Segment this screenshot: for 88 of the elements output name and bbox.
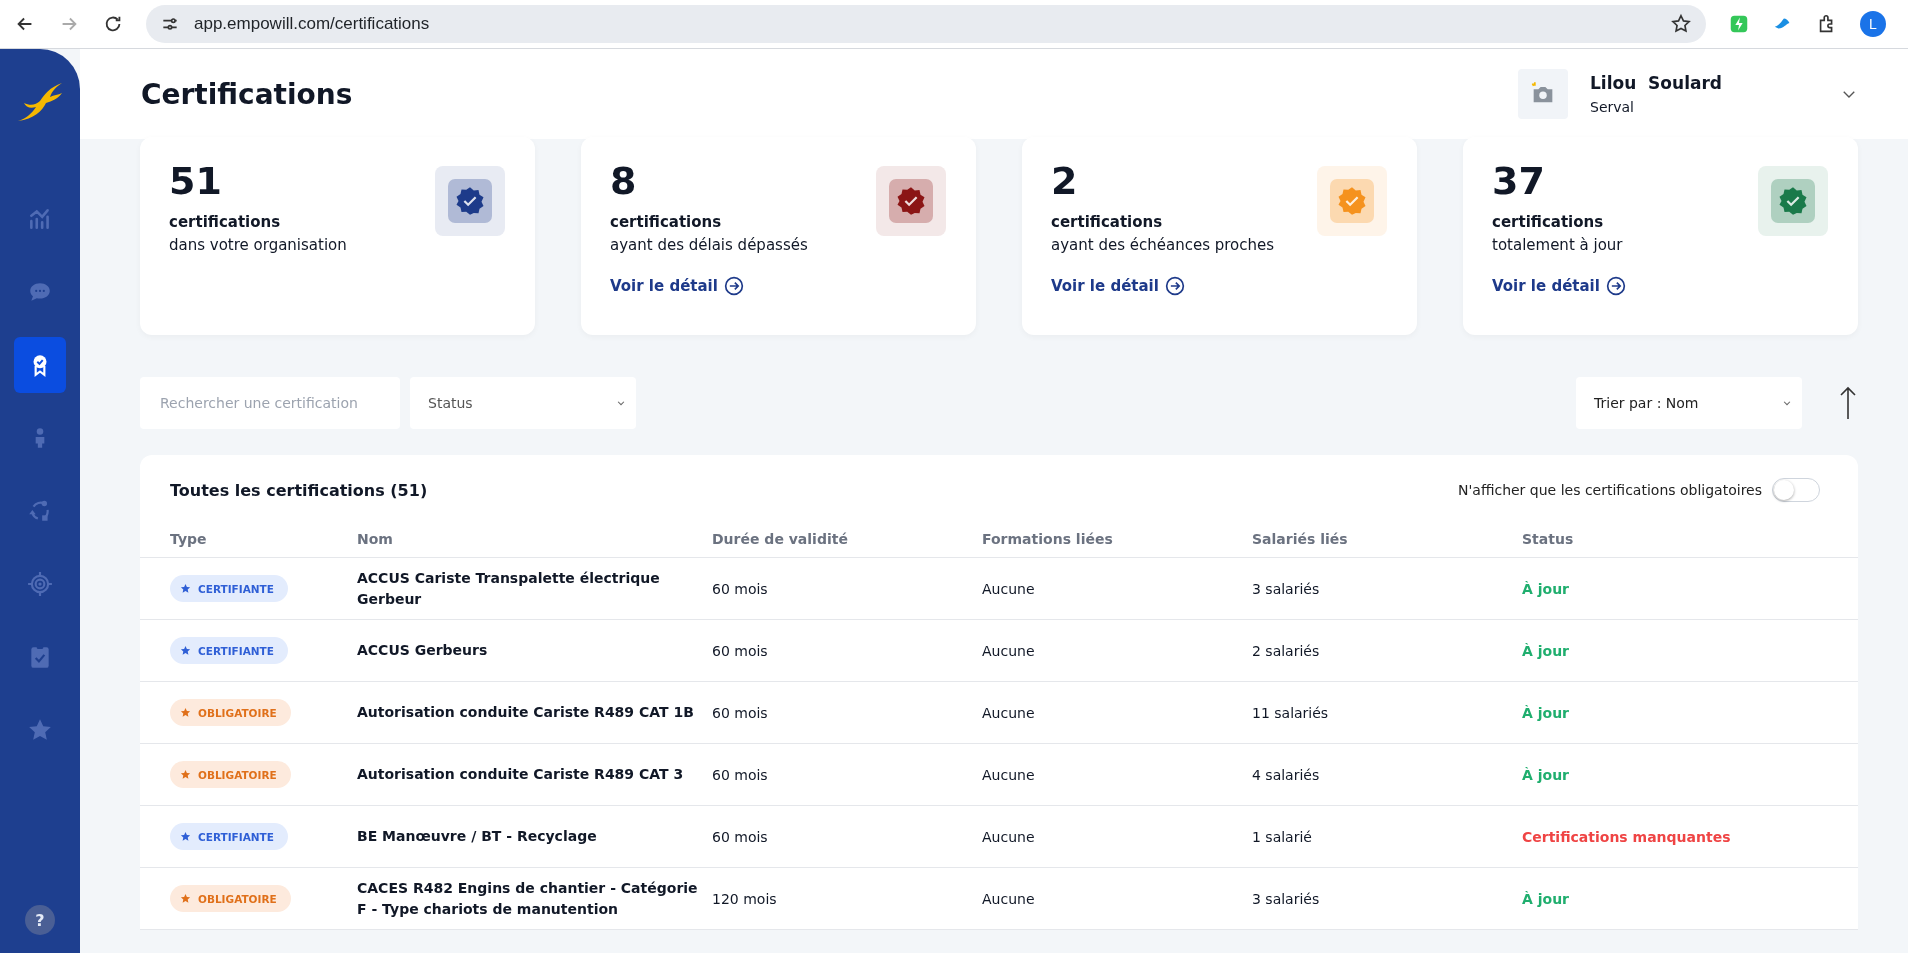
table-cell: 60 mois xyxy=(712,642,768,659)
table-cell: 2 salariés xyxy=(1252,642,1320,659)
stat-description: ayant des échéances proches xyxy=(1051,235,1276,254)
chevron-down-icon xyxy=(1782,398,1792,408)
stat-description: ayant des délais dépassés xyxy=(610,235,809,254)
arrow-circle-icon xyxy=(723,275,744,296)
detail-link[interactable]: Voir le détail xyxy=(610,275,744,296)
detail-link[interactable]: Voir le détail xyxy=(1492,275,1626,296)
table-cell: 11 salariés xyxy=(1252,704,1329,721)
stat-description: totalement à jour xyxy=(1492,235,1624,254)
status-text: Certifications manquantes xyxy=(1522,828,1731,845)
star-icon xyxy=(27,717,53,743)
column-header[interactable]: Formations liées xyxy=(982,515,1252,558)
arrow-circle-icon xyxy=(1605,275,1626,296)
table-cell: Aucune xyxy=(982,890,1035,907)
stat-value: 51 xyxy=(169,159,223,205)
certification-name: Autorisation conduite Cariste R489 CAT 1B xyxy=(357,703,695,722)
table-title: Toutes les certifications (51) xyxy=(170,480,429,500)
certification-name: ACCUS Cariste Transpalette électrique Gerbeur xyxy=(357,568,661,609)
column-header[interactable]: Type xyxy=(140,515,357,558)
table-cell: 60 mois xyxy=(712,828,768,845)
detail-link[interactable]: Voir le détail xyxy=(1051,275,1185,296)
target-icon xyxy=(27,571,53,597)
table-cell: 60 mois xyxy=(712,766,768,783)
table-cell: 120 mois xyxy=(712,890,777,907)
status-text: À jour xyxy=(1522,704,1569,721)
star-icon xyxy=(180,893,191,904)
type-tag: OBLIGATOIRE xyxy=(170,885,291,912)
star-icon xyxy=(180,583,191,594)
search-field[interactable]: Rechercher une certification xyxy=(140,377,400,429)
star-icon xyxy=(180,831,191,842)
star-icon xyxy=(180,769,191,780)
column-header[interactable]: Durée de validité xyxy=(712,515,982,558)
certification-name: ACCUS Gerbeurs xyxy=(357,641,489,660)
stat-label: certifications xyxy=(169,212,282,231)
sort-ascending-arrow-icon[interactable] xyxy=(1838,386,1858,420)
type-tag: CERTIFIANTE xyxy=(170,575,288,602)
bookmark-star-icon[interactable] xyxy=(1670,13,1692,35)
table-cell: Aucune xyxy=(982,704,1035,721)
chevron-down-icon xyxy=(616,398,626,408)
address-bar[interactable]: app.empowill.com/certifications xyxy=(146,5,1706,43)
url-text: app.empowill.com/certifications xyxy=(194,14,430,34)
table-cell: 1 salarié xyxy=(1252,828,1312,845)
certification-name: CACES R482 Engins de chantier - Catégorie F - Type chariots de manutention xyxy=(357,878,699,919)
stat-description: dans votre organisation xyxy=(169,235,348,254)
toggle-switch[interactable] xyxy=(1772,478,1820,502)
stat-label: certifications xyxy=(610,212,723,231)
table-cell: 60 mois xyxy=(712,580,768,597)
stat-value: 2 xyxy=(1051,159,1079,205)
star-icon xyxy=(180,707,191,718)
sidebar-item[interactable] xyxy=(14,337,66,393)
status-text: À jour xyxy=(1522,642,1569,659)
table-cell: Aucune xyxy=(982,766,1035,783)
column-header[interactable]: Status xyxy=(1522,515,1858,558)
column-header[interactable]: Nom xyxy=(357,515,712,558)
column-header[interactable]: Salariés liés xyxy=(1252,515,1522,558)
type-tag: OBLIGATOIRE xyxy=(170,761,291,788)
avatar-upload-button[interactable] xyxy=(1518,69,1568,119)
help-button[interactable]: ? xyxy=(25,905,55,935)
profile-avatar[interactable]: L xyxy=(1860,11,1886,37)
certification-name: Autorisation conduite Cariste R489 CAT 3 xyxy=(357,765,685,784)
toggle-label: N'afficher que les certifications obligatoires xyxy=(1458,482,1762,498)
stat-label: certifications xyxy=(1051,212,1164,231)
arrow-circle-icon xyxy=(1164,275,1185,296)
star-icon xyxy=(180,645,191,656)
stat-value: 37 xyxy=(1492,159,1546,205)
user-company: Serval xyxy=(1590,99,1635,115)
page-title: Certifications xyxy=(141,77,354,111)
status-dropdown[interactable]: Status xyxy=(410,377,636,429)
user-name: Lilou Soulard xyxy=(1590,73,1723,93)
status-text: À jour xyxy=(1522,766,1569,783)
table-cell: 60 mois xyxy=(712,704,768,721)
type-tag: CERTIFIANTE xyxy=(170,823,288,850)
lightning-extension-icon[interactable] xyxy=(1728,13,1750,35)
status-text: À jour xyxy=(1522,890,1569,907)
stat-label: certifications xyxy=(1492,212,1605,231)
certification-name: BE Manœuvre / BT - Recyclage xyxy=(357,827,598,846)
status-text: À jour xyxy=(1522,580,1569,597)
table-cell: Aucune xyxy=(982,828,1035,845)
table-cell: Aucune xyxy=(982,642,1035,659)
table-cell: 3 salariés xyxy=(1252,890,1320,907)
sort-dropdown[interactable]: Trier par : Nom xyxy=(1576,377,1802,429)
stat-value: 8 xyxy=(610,159,638,205)
type-tag: CERTIFIANTE xyxy=(170,637,288,664)
type-tag: OBLIGATOIRE xyxy=(170,699,291,726)
table-cell: 3 salariés xyxy=(1252,580,1320,597)
table-cell: 4 salariés xyxy=(1252,766,1320,783)
table-cell: Aucune xyxy=(982,580,1035,597)
